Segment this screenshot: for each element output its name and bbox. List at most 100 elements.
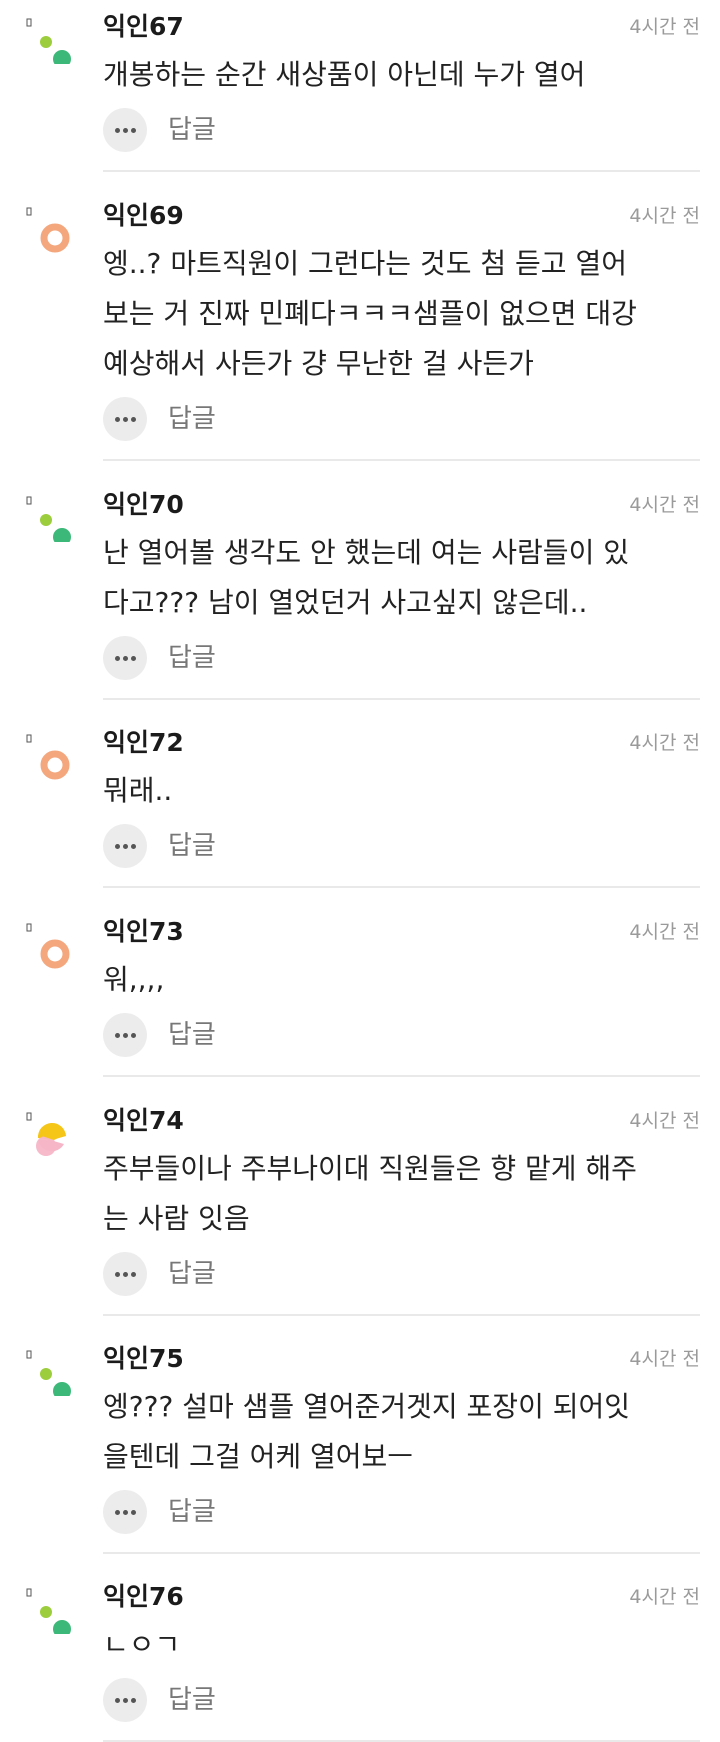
comment-actions: 답글 bbox=[103, 108, 303, 152]
comment-body: 뭐래.. bbox=[103, 766, 703, 816]
ellipsis-icon-dot bbox=[130, 416, 136, 422]
comment-divider bbox=[103, 1552, 700, 1554]
more-options-button[interactable] bbox=[103, 108, 147, 152]
comment-divider bbox=[103, 170, 700, 172]
more-options-button[interactable] bbox=[103, 1490, 147, 1534]
comment-timestamp: 4시간 전 bbox=[629, 16, 700, 38]
comment-divider bbox=[103, 1075, 700, 1077]
ellipsis-icon-dot bbox=[122, 1032, 128, 1038]
comment-timestamp: 4시간 전 bbox=[629, 1110, 700, 1132]
comment-body-line: ㄴㅇㄱ bbox=[103, 1628, 181, 1661]
reply-button[interactable]: 답글 bbox=[168, 1019, 216, 1051]
reply-button[interactable]: 답글 bbox=[168, 1496, 216, 1528]
more-options-button[interactable] bbox=[103, 636, 147, 680]
ellipsis-icon-dot bbox=[114, 843, 120, 849]
comment-body-line: 다고??? 남이 열었던거 사고싶지 않은데.. bbox=[103, 586, 588, 619]
comment-actions: 답글 bbox=[103, 1678, 303, 1722]
comment-author: 익인72 bbox=[103, 728, 184, 757]
comment-body-line: 주부들이나 주부나이대 직원들은 향 맡게 해주 bbox=[103, 1152, 637, 1185]
ellipsis-icon-dot bbox=[130, 1509, 136, 1515]
comment-timestamp: 4시간 전 bbox=[629, 921, 700, 943]
reply-button[interactable]: 답글 bbox=[168, 830, 216, 862]
reply-button[interactable]: 답글 bbox=[168, 1684, 216, 1716]
comment-body-line: 엥??? 설마 샘플 열어준거겟지 포장이 되어잇 bbox=[103, 1390, 631, 1423]
avatar-icon bbox=[24, 917, 76, 969]
comment-body: 워,,,, bbox=[103, 955, 703, 1005]
comment-body: 난 열어볼 생각도 안 했는데 여는 사람들이 있다고??? 남이 열었던거 사… bbox=[103, 528, 703, 628]
comment-body-line: 을텐데 그걸 어케 열어보ㅡ bbox=[103, 1440, 414, 1473]
ellipsis-icon-dot bbox=[114, 1032, 120, 1038]
ellipsis-icon-dot bbox=[130, 127, 136, 133]
comment-body-line: 엥..? 마트직원이 그런다는 것도 첨 듣고 열어 bbox=[103, 247, 627, 280]
comment-actions: 답글 bbox=[103, 1490, 303, 1534]
comment-divider bbox=[103, 459, 700, 461]
comment-body-line: 보는 거 진짜 민폐다ㅋㅋㅋ샘플이 없으면 대강 bbox=[103, 297, 637, 330]
ellipsis-icon-dot bbox=[122, 416, 128, 422]
comment-author: 익인69 bbox=[103, 201, 184, 230]
comment-author: 익인75 bbox=[103, 1344, 184, 1373]
comment-body: 엥??? 설마 샘플 열어준거겟지 포장이 되어잇을텐데 그걸 어케 열어보ㅡ bbox=[103, 1382, 703, 1482]
ellipsis-icon-dot bbox=[130, 1032, 136, 1038]
ellipsis-icon-dot bbox=[122, 1509, 128, 1515]
comment-timestamp: 4시간 전 bbox=[629, 205, 700, 227]
avatar-icon bbox=[24, 490, 76, 542]
reply-button[interactable]: 답글 bbox=[168, 642, 216, 674]
comment-body-line: 는 사람 잇음 bbox=[103, 1202, 250, 1235]
ellipsis-icon-dot bbox=[130, 843, 136, 849]
more-options-button[interactable] bbox=[103, 397, 147, 441]
comment-body: 엥..? 마트직원이 그런다는 것도 첨 듣고 열어보는 거 진짜 민폐다ㅋㅋㅋ… bbox=[103, 239, 703, 389]
comment-divider bbox=[103, 698, 700, 700]
ellipsis-icon-dot bbox=[130, 655, 136, 661]
comment-timestamp: 4시간 전 bbox=[629, 1348, 700, 1370]
comment-timestamp: 4시간 전 bbox=[629, 494, 700, 516]
comment-body-line: 뭐래.. bbox=[103, 774, 173, 807]
comment-body-line: 개봉하는 순간 새상품이 아닌데 누가 열어 bbox=[103, 58, 586, 91]
more-options-button[interactable] bbox=[103, 1013, 147, 1057]
ellipsis-icon-dot bbox=[114, 127, 120, 133]
comment-author: 익인70 bbox=[103, 490, 184, 519]
ellipsis-icon-dot bbox=[114, 1509, 120, 1515]
comment-body-line: 예상해서 사든가 걍 무난한 걸 사든가 bbox=[103, 347, 534, 380]
ellipsis-icon-dot bbox=[122, 127, 128, 133]
comment-author: 익인74 bbox=[103, 1106, 184, 1135]
reply-button[interactable]: 답글 bbox=[168, 114, 216, 146]
comment-author: 익인76 bbox=[103, 1582, 184, 1611]
ellipsis-icon-dot bbox=[122, 1271, 128, 1277]
comment-actions: 답글 bbox=[103, 636, 303, 680]
more-options-button[interactable] bbox=[103, 1678, 147, 1722]
comment-actions: 답글 bbox=[103, 1252, 303, 1296]
more-options-button[interactable] bbox=[103, 824, 147, 868]
ellipsis-icon-dot bbox=[122, 1697, 128, 1703]
comment-actions: 답글 bbox=[103, 1013, 303, 1057]
comment-timestamp: 4시간 전 bbox=[629, 732, 700, 754]
ellipsis-icon-dot bbox=[114, 416, 120, 422]
comment-body-line: 난 열어볼 생각도 안 했는데 여는 사람들이 있 bbox=[103, 536, 629, 569]
comment-body: ㄴㅇㄱ bbox=[103, 1620, 703, 1670]
ellipsis-icon-dot bbox=[130, 1697, 136, 1703]
comment-author: 익인73 bbox=[103, 917, 184, 946]
avatar-icon bbox=[24, 201, 76, 253]
ellipsis-icon-dot bbox=[114, 655, 120, 661]
ellipsis-icon-dot bbox=[114, 1697, 120, 1703]
reply-button[interactable]: 답글 bbox=[168, 403, 216, 435]
avatar-icon bbox=[24, 728, 76, 780]
comment-actions: 답글 bbox=[103, 824, 303, 868]
avatar-icon bbox=[24, 1582, 76, 1634]
ellipsis-icon-dot bbox=[130, 1271, 136, 1277]
comment-divider bbox=[103, 1314, 700, 1316]
reply-button[interactable]: 답글 bbox=[168, 1258, 216, 1290]
avatar-icon bbox=[24, 1106, 76, 1158]
comment-body-line: 워,,,, bbox=[103, 963, 165, 996]
ellipsis-icon-dot bbox=[122, 655, 128, 661]
comment-body: 주부들이나 주부나이대 직원들은 향 맡게 해주는 사람 잇음 bbox=[103, 1144, 703, 1244]
comment-author: 익인67 bbox=[103, 12, 184, 41]
ellipsis-icon-dot bbox=[122, 843, 128, 849]
avatar-icon bbox=[24, 1344, 76, 1396]
comment-actions: 답글 bbox=[103, 397, 303, 441]
comment-timestamp: 4시간 전 bbox=[629, 1586, 700, 1608]
comment-body: 개봉하는 순간 새상품이 아닌데 누가 열어 bbox=[103, 50, 703, 100]
ellipsis-icon-dot bbox=[114, 1271, 120, 1277]
comment-divider bbox=[103, 886, 700, 888]
more-options-button[interactable] bbox=[103, 1252, 147, 1296]
avatar-icon bbox=[24, 12, 76, 64]
